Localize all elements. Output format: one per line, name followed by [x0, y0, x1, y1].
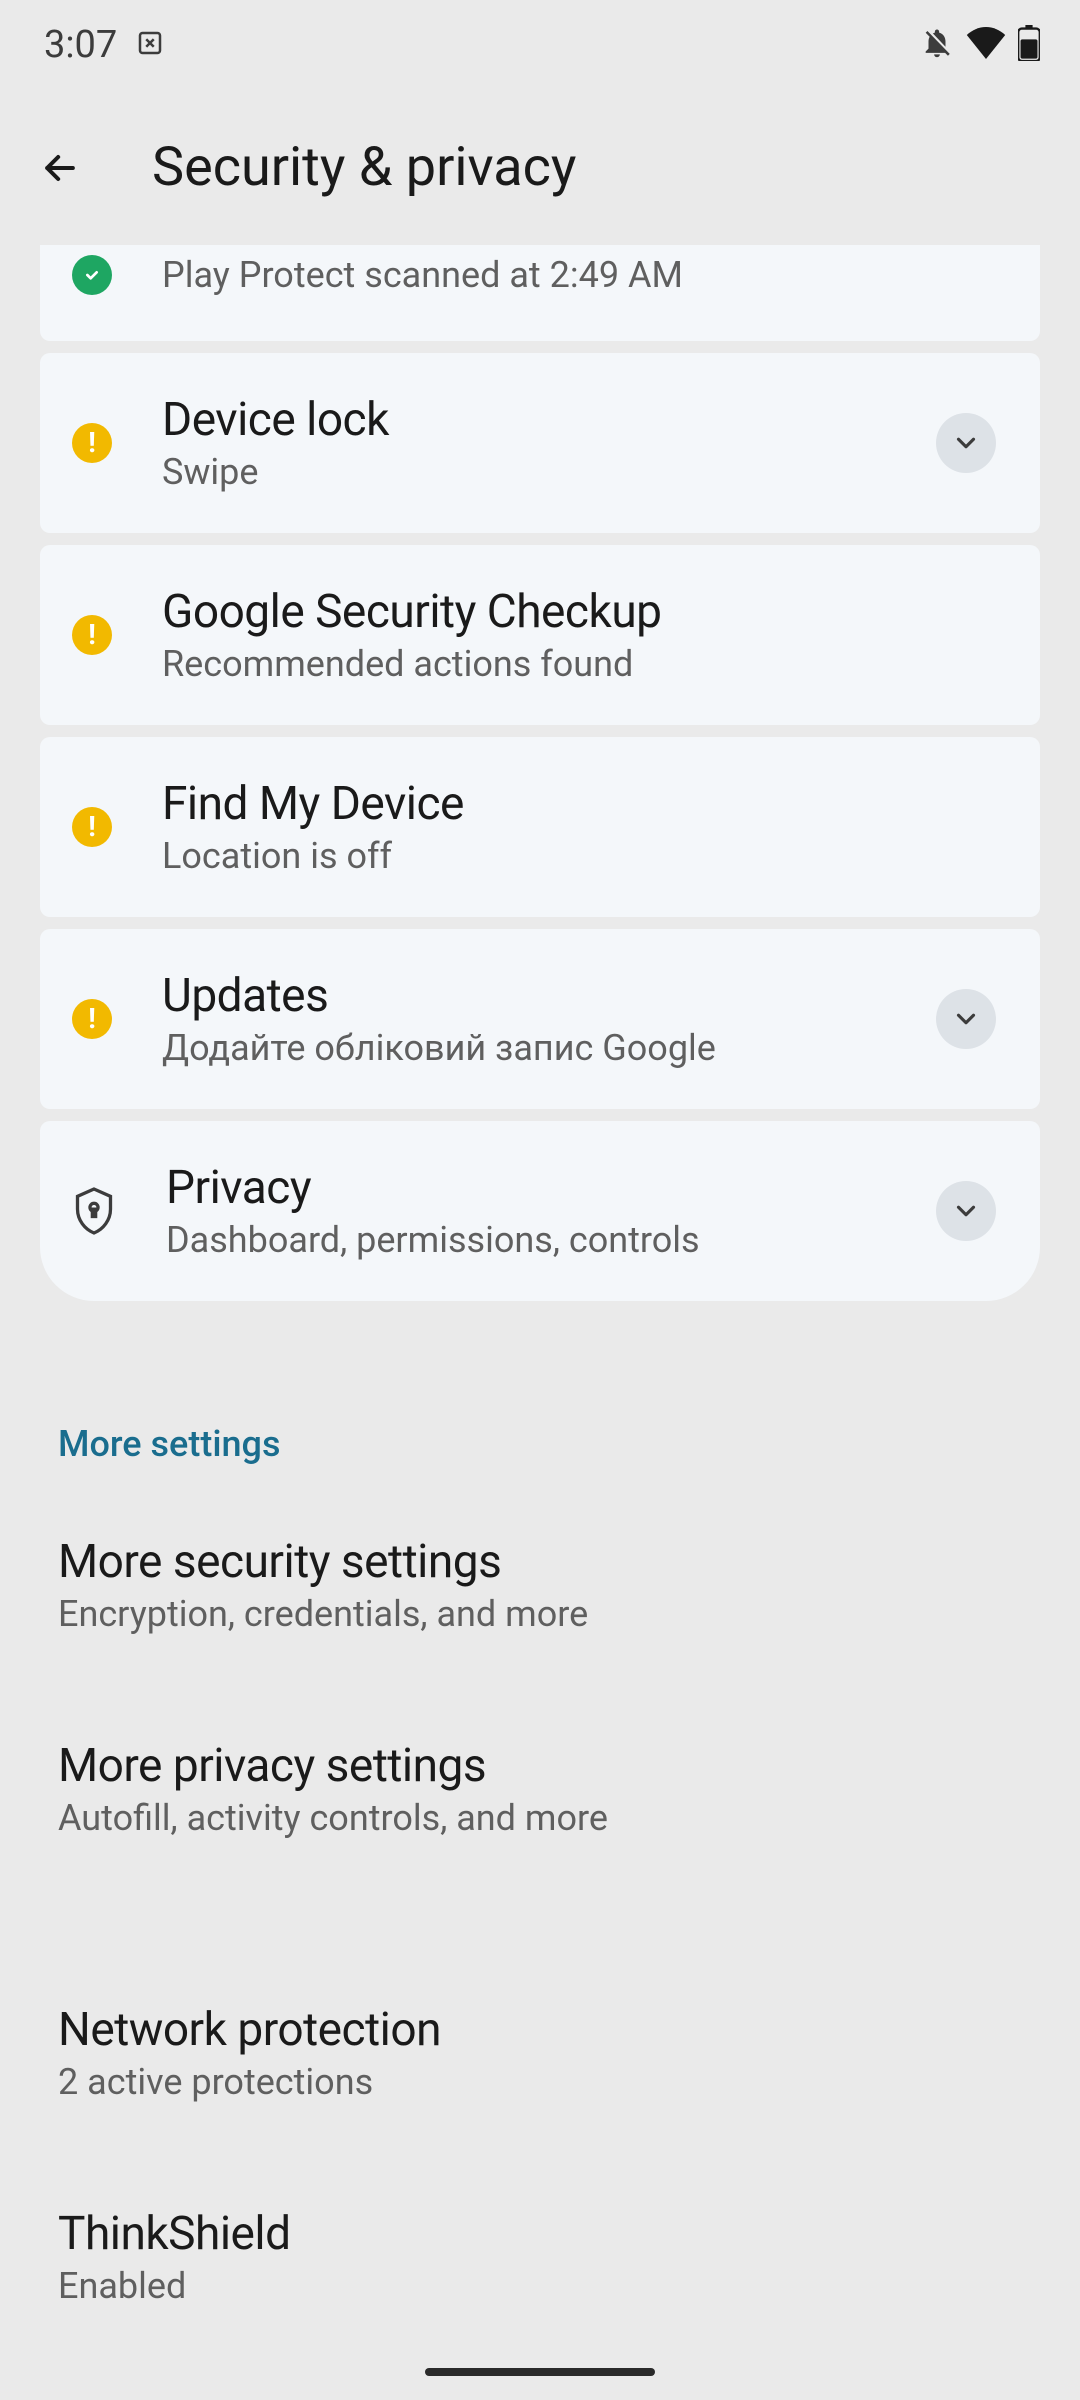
- status-warning-icon: !: [72, 999, 112, 1039]
- status-right: [920, 25, 1040, 65]
- chevron-down-icon: [951, 1004, 981, 1034]
- notifications-off-icon: [920, 26, 954, 64]
- status-ok-icon: [72, 255, 112, 295]
- card-subtitle: Swipe: [162, 451, 886, 493]
- item-title: Network protection: [58, 2003, 1022, 2057]
- status-warning-icon: !: [72, 807, 112, 847]
- item-subtitle: Autofill, activity controls, and more: [58, 1797, 1022, 1839]
- navigation-handle[interactable]: [425, 2368, 655, 2376]
- card-subtitle: Play Protect scanned at 2:49 AM: [162, 254, 996, 296]
- card-title: Updates: [162, 969, 886, 1023]
- card-app-security[interactable]: Play Protect scanned at 2:49 AM: [40, 245, 1040, 341]
- card-subtitle: Recommended actions found: [162, 643, 996, 685]
- item-subtitle: Enabled: [58, 2265, 1022, 2307]
- card-find-my-device[interactable]: ! Find My Device Location is off: [40, 737, 1040, 917]
- item-title: ThinkShield: [58, 2207, 1022, 2261]
- wifi-icon: [966, 27, 1006, 63]
- item-more-privacy-settings[interactable]: More privacy settings Autofill, activity…: [40, 1687, 1040, 1891]
- more-settings-list: More security settings Encryption, crede…: [40, 1483, 1040, 2359]
- card-google-security-checkup[interactable]: ! Google Security Checkup Recommended ac…: [40, 545, 1040, 725]
- chevron-down-icon: [951, 428, 981, 458]
- item-thinkshield[interactable]: ThinkShield Enabled: [40, 2155, 1040, 2359]
- shield-icon: [72, 1187, 116, 1235]
- card-subtitle: Location is off: [162, 835, 996, 877]
- card-text: Google Security Checkup Recommended acti…: [162, 585, 996, 685]
- card-text: Find My Device Location is off: [162, 777, 996, 877]
- item-subtitle: Encryption, credentials, and more: [58, 1593, 1022, 1635]
- card-text: Play Protect scanned at 2:49 AM: [162, 254, 996, 296]
- status-warning-icon: !: [72, 615, 112, 655]
- card-list: Play Protect scanned at 2:49 AM ! Device…: [40, 245, 1040, 1301]
- item-network-protection[interactable]: Network protection 2 active protections: [40, 1951, 1040, 2155]
- item-subtitle: 2 active protections: [58, 2061, 1022, 2103]
- expand-button[interactable]: [936, 413, 996, 473]
- card-text: Privacy Dashboard, permissions, controls: [166, 1161, 886, 1261]
- status-warning-icon: !: [72, 423, 112, 463]
- back-button[interactable]: [34, 142, 86, 194]
- card-icon: [135, 28, 165, 62]
- card-privacy[interactable]: Privacy Dashboard, permissions, controls: [40, 1121, 1040, 1301]
- card-title: Find My Device: [162, 777, 996, 831]
- chevron-down-icon: [951, 1196, 981, 1226]
- card-title: Google Security Checkup: [162, 585, 996, 639]
- expand-button[interactable]: [936, 1181, 996, 1241]
- battery-icon: [1018, 25, 1040, 65]
- status-time: 3:07: [44, 23, 117, 67]
- card-subtitle: Додайте обліковий запис Google: [162, 1027, 886, 1069]
- app-bar: Security & privacy: [0, 90, 1080, 245]
- item-title: More privacy settings: [58, 1739, 1022, 1793]
- item-title: More security settings: [58, 1535, 1022, 1589]
- section-header-more-settings: More settings: [40, 1301, 1040, 1483]
- status-bar: 3:07: [0, 0, 1080, 90]
- card-title: Device lock: [162, 393, 886, 447]
- card-text: Device lock Swipe: [162, 393, 886, 493]
- card-device-lock[interactable]: ! Device lock Swipe: [40, 353, 1040, 533]
- item-more-security-settings[interactable]: More security settings Encryption, crede…: [40, 1483, 1040, 1687]
- arrow-left-icon: [38, 146, 82, 190]
- status-left: 3:07: [44, 23, 165, 67]
- expand-button[interactable]: [936, 989, 996, 1049]
- card-updates[interactable]: ! Updates Додайте обліковий запис Google: [40, 929, 1040, 1109]
- card-text: Updates Додайте обліковий запис Google: [162, 969, 886, 1069]
- page-title: Security & privacy: [152, 136, 576, 199]
- card-title: Privacy: [166, 1161, 886, 1215]
- card-subtitle: Dashboard, permissions, controls: [166, 1219, 886, 1261]
